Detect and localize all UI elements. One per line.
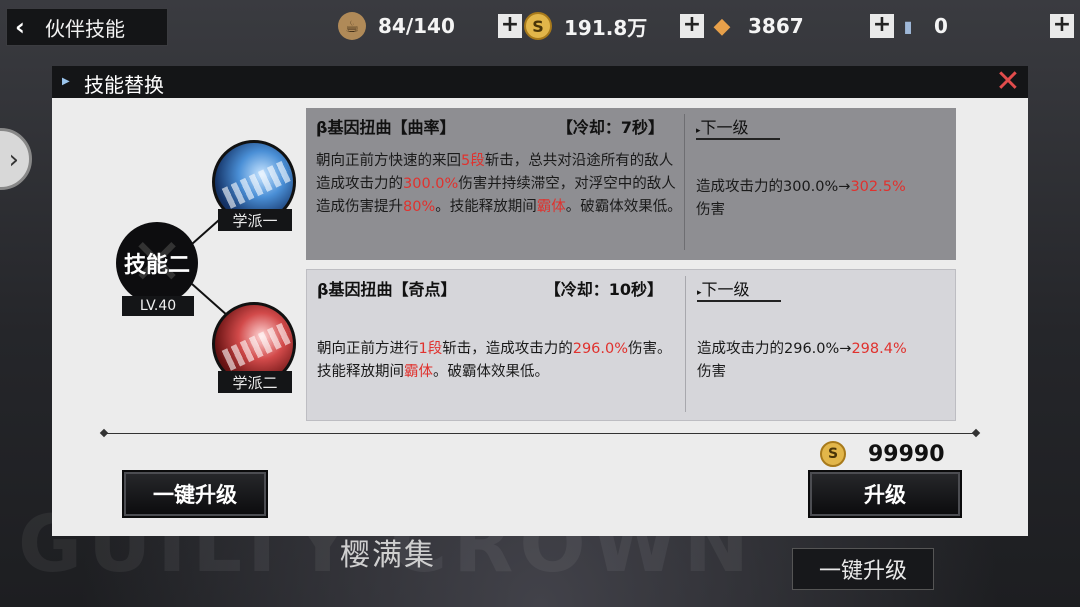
add-gem-button[interactable]: +	[870, 14, 894, 38]
coin-icon: S	[524, 12, 552, 40]
background-upgrade-all-button: 一键升级	[792, 548, 934, 590]
character-name: 樱满集	[340, 538, 436, 573]
skill-description: 朝向正前方进行1段斩击，造成攻击力的296.0%伤害。技能释放期间霸体。破霸体效…	[317, 341, 672, 380]
stamina-cup-icon: ☕	[338, 12, 366, 40]
skill-description: 朝向正前方快速的来回5段斩击，总共对沿途所有的敌人造成攻击力的300.0%伤害并…	[316, 153, 682, 215]
resource-ticket: ▮ 0 +	[894, 12, 1074, 40]
skill-option-name: β基因扭曲【奇点】	[317, 280, 457, 299]
card-divider	[685, 276, 686, 412]
top-bar: ‹ 伙伴技能 ☕ 84/140 + S 191.8万 + ◆ 3867 + ▮ …	[0, 0, 1080, 52]
resource-value: 84/140	[378, 14, 455, 38]
next-level-heading: ▸下一级	[696, 114, 780, 140]
resource-value: 0	[934, 14, 948, 38]
skill-option-card-singularity[interactable]: β基因扭曲【奇点】 【冷却：10秒】 朝向正前方进行1段斩击，造成攻击力的296…	[306, 269, 956, 421]
skill-level-badge: LV.40	[122, 296, 194, 316]
back-button[interactable]: ‹ 伙伴技能	[6, 8, 168, 46]
upgrade-all-button[interactable]: 一键升级	[122, 470, 268, 518]
add-coin-button[interactable]: +	[680, 14, 704, 38]
resource-gem: ◆ 3867 +	[708, 12, 894, 40]
ticket-icon: ▮	[903, 16, 913, 36]
card-divider	[684, 114, 685, 250]
gem-icon: ◆	[713, 13, 731, 39]
skill-cooldown: 【冷却：7秒】	[556, 118, 664, 137]
resource-coin: S 191.8万 +	[524, 12, 704, 40]
next-level-description: 造成攻击力的296.0%→298.4% 伤害	[697, 341, 907, 380]
resource-stamina: ☕ 84/140 +	[338, 12, 522, 40]
skill-name: 技能二	[123, 253, 190, 278]
school-one-label: 学派一	[218, 209, 292, 231]
skill-node[interactable]: ✕ 技能二	[116, 222, 198, 304]
upgrade-cost: S 99990	[820, 440, 945, 468]
add-stamina-button[interactable]: +	[498, 14, 522, 38]
close-icon[interactable]: ✕	[994, 67, 1022, 97]
modal-title: 技能替换	[84, 73, 164, 97]
next-level-heading: ▸下一级	[697, 276, 781, 302]
coin-icon: S	[820, 441, 846, 467]
school-two-label: 学派二	[218, 371, 292, 393]
separator-line	[99, 428, 981, 438]
add-ticket-button[interactable]: +	[1050, 14, 1074, 38]
side-expand-tab: ›	[0, 128, 32, 190]
skill-cooldown: 【冷却：10秒】	[544, 280, 663, 299]
upgrade-button[interactable]: 升级	[808, 470, 962, 518]
modal-header: ▶ 技能替换 ✕	[52, 66, 1028, 98]
page-title: 伙伴技能	[45, 16, 125, 41]
chevron-right-icon: ›	[8, 145, 19, 175]
skill-replace-modal: ▶ 技能替换 ✕ ✕ 技能二 LV.40 学派一 学派二 β基因扭曲【曲率】 【…	[52, 66, 1028, 536]
resource-value: 3867	[748, 14, 804, 38]
skill-option-card-curvature[interactable]: β基因扭曲【曲率】 【冷却：7秒】 朝向正前方快速的来回5段斩击，总共对沿途所有…	[306, 108, 956, 260]
triangle-marker-icon: ▶	[62, 76, 70, 87]
resource-value: 191.8万	[564, 15, 648, 40]
cost-value: 99990	[868, 441, 945, 467]
next-level-description: 造成攻击力的300.0%→302.5% 伤害	[696, 179, 906, 218]
back-arrow-icon[interactable]: ‹	[7, 9, 33, 45]
skill-option-name: β基因扭曲【曲率】	[316, 118, 456, 137]
